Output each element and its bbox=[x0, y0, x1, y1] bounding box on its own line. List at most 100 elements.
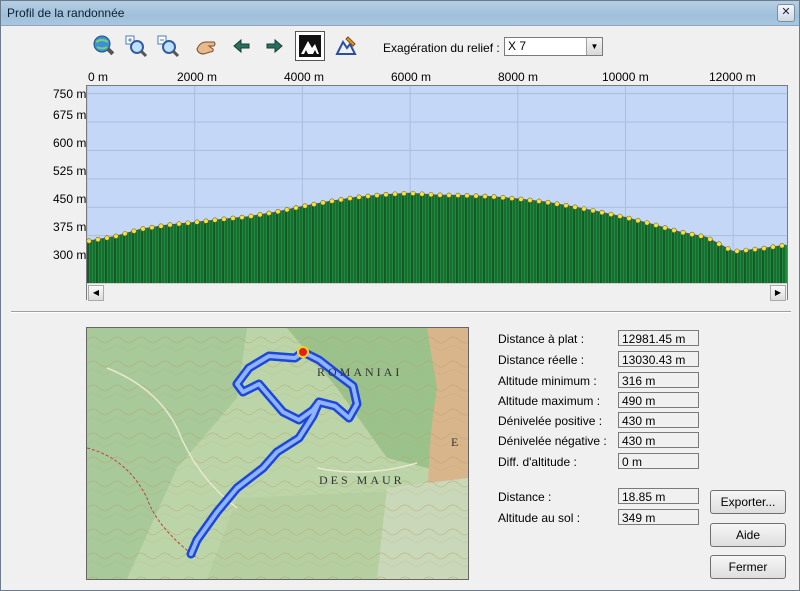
x-tick-label: 4000 m bbox=[284, 70, 325, 84]
map-label: E bbox=[451, 435, 458, 449]
stat-label-flat-distance: Distance à plat : bbox=[498, 332, 585, 346]
zoom-globe-icon[interactable] bbox=[89, 31, 119, 61]
elevation-point bbox=[248, 213, 254, 219]
zoom-out-icon[interactable] bbox=[153, 31, 183, 61]
elevation-point bbox=[176, 221, 182, 227]
elevation-point bbox=[725, 246, 731, 252]
elevation-point bbox=[473, 193, 479, 199]
relief-exaggeration-value: X 7 bbox=[508, 39, 527, 53]
elevation-profile-chart[interactable] bbox=[87, 86, 787, 283]
elevation-point bbox=[752, 246, 758, 253]
elevation-point bbox=[203, 218, 209, 224]
x-tick-label: 6000 m bbox=[391, 70, 432, 84]
close-button[interactable]: Fermer bbox=[710, 555, 786, 579]
profile-window: Profil de la randonnée ✕ Exagération du … bbox=[0, 0, 800, 591]
y-tick-label: 675 m bbox=[53, 108, 87, 122]
elevation-point bbox=[419, 191, 425, 197]
elevation-point bbox=[104, 235, 110, 241]
elevation-point bbox=[455, 192, 461, 199]
stat-label-min-altitude: Altitude minimum : bbox=[498, 374, 597, 388]
elevation-point bbox=[464, 193, 470, 199]
elevation-point bbox=[590, 208, 596, 214]
elevation-point bbox=[482, 193, 488, 199]
elevation-point bbox=[95, 236, 101, 243]
stat-label-real-distance: Distance réelle : bbox=[498, 353, 585, 367]
elevation-point bbox=[617, 213, 623, 219]
elevation-point bbox=[635, 218, 641, 224]
x-tick-label: 0 m bbox=[88, 70, 109, 84]
elevation-point bbox=[437, 192, 443, 198]
map-view[interactable]: ROMANIAI DES MAUR E bbox=[87, 328, 468, 579]
stat-value-max-altitude: 490 m bbox=[618, 392, 699, 408]
x-tick-label: 10000 m bbox=[602, 70, 649, 84]
elevation-point bbox=[446, 192, 452, 198]
arrow-right-icon[interactable] bbox=[259, 31, 289, 61]
elevation-point bbox=[680, 229, 686, 236]
relief-exaggeration-select[interactable]: X 7 ▼ bbox=[504, 37, 603, 56]
stat-label-max-altitude: Altitude maximum : bbox=[498, 394, 601, 408]
title-bar: Profil de la randonnée ✕ bbox=[1, 1, 799, 26]
profile-scrollbar[interactable]: ◀ ▶ bbox=[87, 283, 787, 301]
y-tick-label: 450 m bbox=[53, 192, 87, 206]
relief-mountain-icon[interactable] bbox=[295, 31, 325, 61]
cursor-value-distance: 18.85 m bbox=[618, 488, 699, 504]
stat-label-negative-gain: Dénivelée négative : bbox=[498, 434, 607, 448]
elevation-point bbox=[572, 204, 578, 210]
cursor-label-ground-altitude: Altitude au sol : bbox=[498, 511, 581, 525]
window-close-button[interactable]: ✕ bbox=[777, 4, 795, 22]
y-tick-label: 600 m bbox=[53, 136, 87, 150]
elevation-point bbox=[743, 247, 749, 253]
elevation-point bbox=[554, 201, 560, 207]
map-label: DES MAUR bbox=[319, 473, 405, 487]
window-title: Profil de la randonnée bbox=[7, 6, 125, 20]
elevation-point bbox=[302, 203, 308, 209]
elevation-point bbox=[140, 226, 146, 232]
pan-hand-icon[interactable] bbox=[191, 31, 221, 61]
y-tick-label: 525 m bbox=[53, 164, 87, 178]
cursor-label-distance: Distance : bbox=[498, 490, 552, 504]
y-tick-label: 375 m bbox=[53, 220, 87, 234]
divider bbox=[11, 311, 791, 313]
scroll-right-icon[interactable]: ▶ bbox=[770, 285, 786, 301]
help-button[interactable]: Aide bbox=[710, 523, 786, 547]
elevation-point bbox=[329, 198, 335, 204]
zoom-in-icon[interactable] bbox=[121, 31, 151, 61]
elevation-point bbox=[653, 222, 659, 228]
elevation-point bbox=[87, 238, 92, 244]
relief-exaggeration-label: Exagération du relief : bbox=[383, 41, 500, 55]
elevation-point bbox=[230, 215, 236, 221]
elevation-point bbox=[662, 225, 668, 231]
elevation-point bbox=[509, 195, 515, 202]
stat-value-min-altitude: 316 m bbox=[618, 372, 699, 388]
elevation-point bbox=[194, 219, 200, 225]
start-marker-icon bbox=[297, 346, 309, 358]
topographic-map[interactable]: ROMANIAI DES MAUR E bbox=[86, 327, 469, 580]
elevation-point bbox=[698, 233, 704, 239]
elevation-point bbox=[599, 209, 605, 216]
elevation-point bbox=[770, 244, 776, 250]
export-button[interactable]: Exporter... bbox=[710, 490, 786, 514]
elevation-point bbox=[527, 197, 533, 203]
elevation-point bbox=[626, 215, 632, 221]
stat-value-real-distance: 13030.43 m bbox=[618, 351, 699, 367]
elevation-point bbox=[608, 211, 614, 218]
cursor-value-ground-altitude: 349 m bbox=[618, 509, 699, 525]
elevation-point bbox=[545, 199, 551, 206]
elevation-profile-panel[interactable]: ◀ ▶ bbox=[86, 85, 788, 301]
elevation-point bbox=[122, 231, 128, 237]
elevation-point bbox=[131, 228, 137, 234]
elevation-point bbox=[320, 200, 326, 206]
elevation-point bbox=[536, 198, 542, 204]
elevation-point bbox=[113, 233, 119, 239]
scroll-left-icon[interactable]: ◀ bbox=[88, 285, 104, 301]
y-tick-label: 300 m bbox=[53, 248, 87, 262]
arrow-left-icon[interactable] bbox=[227, 31, 257, 61]
elevation-point bbox=[779, 243, 785, 249]
elevation-point bbox=[293, 205, 299, 211]
x-tick-label: 2000 m bbox=[177, 70, 218, 84]
elevation-point bbox=[392, 191, 398, 197]
chevron-down-icon[interactable]: ▼ bbox=[586, 38, 602, 55]
profile-pen-icon[interactable] bbox=[331, 31, 361, 61]
elevation-point bbox=[275, 209, 281, 215]
stat-label-positive-gain: Dénivelée positive : bbox=[498, 414, 603, 428]
